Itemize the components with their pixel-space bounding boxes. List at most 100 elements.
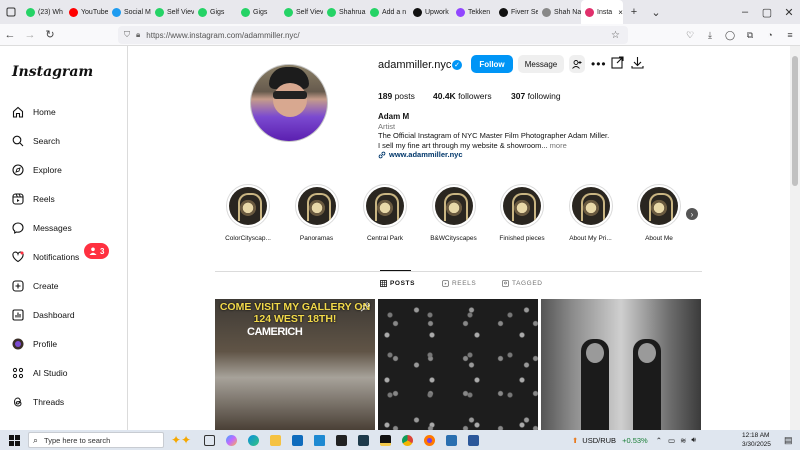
share-external-icon[interactable] <box>611 56 624 74</box>
post-thumbnail[interactable]: COME VISIT MY GALLERY ON 124 WEST 18TH! … <box>215 299 375 430</box>
sidebar-item-dashboard[interactable]: Dashboard <box>12 308 75 322</box>
close-window-button[interactable]: ✕ <box>778 0 800 24</box>
highlight-label[interactable]: About Me <box>625 235 693 242</box>
story-highlight[interactable]: B&WCityscapes <box>420 184 488 242</box>
bio-more-link[interactable]: more <box>550 141 567 150</box>
notes-app-icon[interactable] <box>374 430 396 450</box>
file-explorer-icon[interactable] <box>264 430 286 450</box>
currency-label[interactable]: USD/RUB <box>582 436 616 445</box>
new-tab-button[interactable]: + <box>623 0 645 24</box>
currency-change[interactable]: +0.53% <box>622 436 648 445</box>
chrome-icon[interactable] <box>396 430 418 450</box>
tab-tagged-label[interactable]: TAGGED <box>512 280 543 287</box>
tab-label[interactable]: Shahrua <box>339 9 365 16</box>
scrollbar-thumb[interactable] <box>792 56 798 186</box>
browser-tab[interactable]: Insta × <box>581 0 623 24</box>
volume-icon[interactable]: 🔊︎ <box>691 435 696 445</box>
story-highlight[interactable]: About My Pri... <box>557 184 625 242</box>
tab-label[interactable]: Fiverr Se <box>511 9 538 16</box>
browser-tab[interactable]: Gigs <box>237 0 280 24</box>
browser-tab[interactable]: Add a n <box>366 0 409 24</box>
highlight-cover[interactable] <box>637 184 681 228</box>
taskbar-clock[interactable]: 12:18 AM 3/30/2025 <box>742 431 771 449</box>
post-thumbnail[interactable] <box>378 299 538 430</box>
highlight-label[interactable]: Finished pieces <box>488 235 556 242</box>
pocket-icon[interactable]: ♡ <box>680 24 700 46</box>
browser-tab[interactable]: Upwork <box>409 0 452 24</box>
browser-tab[interactable]: Social M <box>108 0 151 24</box>
address-bar[interactable]: ⛉ 🔒︎ https://www.instagram.com/adammille… <box>118 26 628 44</box>
tab-reels[interactable]: REELS <box>442 280 476 287</box>
highlight-cover[interactable] <box>431 184 476 228</box>
outlook-icon[interactable] <box>286 430 308 450</box>
copilot-icon[interactable] <box>220 430 242 450</box>
suggested-users-button[interactable] <box>569 55 585 73</box>
clock-time[interactable]: 12:18 AM <box>742 431 771 440</box>
tab-label[interactable]: Gigs <box>253 9 267 16</box>
widgets-sparkle-icon[interactable]: ✦✦ <box>164 430 198 450</box>
story-highlight[interactable]: About Me <box>625 184 693 242</box>
notifications-center-icon[interactable]: ▤ <box>784 435 793 446</box>
tab-tagged[interactable]: TAGGED <box>502 280 543 287</box>
close-tab-icon[interactable]: × <box>618 8 623 17</box>
sidebar-item-label[interactable]: Explore <box>33 165 62 175</box>
sidebar-item-label[interactable]: Dashboard <box>33 310 75 320</box>
tab-label[interactable]: Insta <box>597 9 612 16</box>
sidebar-item-label[interactable]: Profile <box>33 339 57 349</box>
stock-chart-icon[interactable]: ⬆ <box>572 436 578 445</box>
reload-icon[interactable]: ↻ <box>40 24 60 46</box>
highlight-cover[interactable] <box>226 184 270 228</box>
tab-posts-label[interactable]: POSTS <box>390 280 415 287</box>
sidebar-item-search[interactable]: Search <box>12 134 60 148</box>
story-highlight[interactable]: Central Park <box>351 184 419 242</box>
taskbar-search-box[interactable]: ⌕ Type here to search <box>28 432 164 448</box>
browser-tab[interactable]: Shah Na <box>538 0 581 24</box>
following-count[interactable]: 307 <box>511 91 525 101</box>
sidebar-item-label[interactable]: Notifications <box>33 252 79 262</box>
download-icon[interactable] <box>631 56 644 74</box>
message-button[interactable]: Message <box>518 55 564 73</box>
followers-count[interactable]: 40.4K <box>433 91 456 101</box>
instagram-logo[interactable]: Instagram <box>12 64 93 80</box>
edge-icon[interactable] <box>242 430 264 450</box>
monitor-app-icon[interactable] <box>440 430 462 450</box>
story-highlight[interactable]: Finished pieces <box>488 184 556 242</box>
maximize-button[interactable]: ▢ <box>756 0 778 24</box>
task-view-icon[interactable] <box>198 430 220 450</box>
highlight-label[interactable]: B&WCityscapes <box>420 235 488 242</box>
bookmark-star-icon[interactable]: ☆ <box>611 30 620 41</box>
highlight-cover[interactable] <box>568 184 613 228</box>
highlight-label[interactable]: About My Pri... <box>557 235 625 242</box>
highlights-next-chevron-icon[interactable]: › <box>686 208 698 220</box>
sync-icon[interactable]: ◔ <box>760 24 780 46</box>
sidebar-item-label[interactable]: Create <box>33 281 59 291</box>
story-highlight[interactable]: ColorCityscap... <box>214 184 282 242</box>
tab-label[interactable]: (23) Wh <box>38 9 63 16</box>
tab-label[interactable]: Self Viev <box>296 9 323 16</box>
forward-arrow-icon[interactable]: → <box>20 24 40 46</box>
post-thumbnail[interactable] <box>541 299 701 430</box>
sidebar-item-ai-studio[interactable]: AI Studio <box>12 366 68 380</box>
highlight-cover[interactable] <box>363 184 407 228</box>
tab-posts[interactable]: POSTS <box>380 280 415 287</box>
highlight-cover[interactable] <box>500 184 544 228</box>
tab-label[interactable]: Gigs <box>210 9 224 16</box>
browser-tab[interactable]: (23) Wh <box>22 0 65 24</box>
downloads-icon[interactable]: ⤓ <box>700 24 720 46</box>
browser-tab[interactable]: Self Viev <box>280 0 323 24</box>
network-icon[interactable]: ▭ <box>668 436 675 445</box>
following-stat[interactable]: 307 following <box>511 91 561 101</box>
clock-date[interactable]: 3/30/2025 <box>742 440 771 449</box>
sidebar-item-explore[interactable]: Explore <box>12 163 62 177</box>
sidebar-item-label[interactable]: Messages <box>33 223 72 233</box>
story-highlight[interactable]: Panoramas <box>283 184 351 242</box>
sidebar-item-label[interactable]: AI Studio <box>33 368 68 378</box>
highlight-label[interactable]: ColorCityscap... <box>214 235 282 242</box>
sidebar-item-label[interactable]: Home <box>33 107 56 117</box>
tab-label[interactable]: Self Viev <box>167 9 194 16</box>
browser-tab[interactable]: YouTube <box>65 0 108 24</box>
followers-label[interactable]: followers <box>458 91 492 101</box>
tab-label[interactable]: Shah Na <box>554 9 581 16</box>
browser-tab[interactable]: Self Viev <box>151 0 194 24</box>
tab-label[interactable]: Tekken <box>468 9 490 16</box>
